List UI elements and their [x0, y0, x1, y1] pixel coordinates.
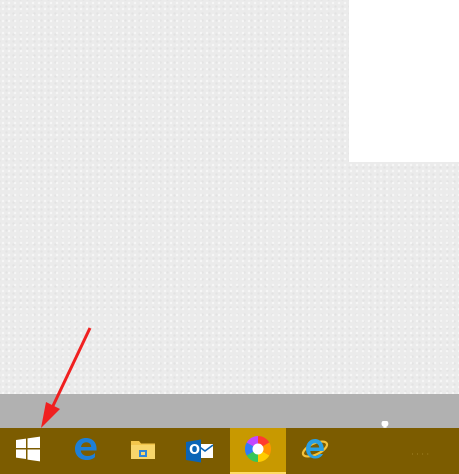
windows-start-icon [15, 436, 41, 466]
taskbar-color-app-button[interactable] [230, 428, 286, 474]
tray-partial-icon: ● ● [381, 421, 389, 428]
start-button[interactable] [0, 428, 56, 474]
color-wheel-app-icon [244, 435, 272, 467]
outlook-icon: O [186, 439, 214, 463]
taskbar: O [0, 428, 459, 474]
tray-area: · · · · [411, 450, 429, 459]
taskbar-ie-button[interactable] [287, 428, 343, 474]
taskbar-edge-button[interactable] [58, 428, 114, 474]
file-explorer-icon [130, 437, 156, 465]
internet-explorer-icon [301, 435, 329, 467]
outlook-letter: O [189, 443, 201, 458]
taskbar-file-explorer-button[interactable] [115, 428, 171, 474]
taskbar-outlook-button[interactable]: O [172, 428, 228, 474]
edge-icon [73, 436, 99, 466]
window-panel [349, 0, 459, 162]
